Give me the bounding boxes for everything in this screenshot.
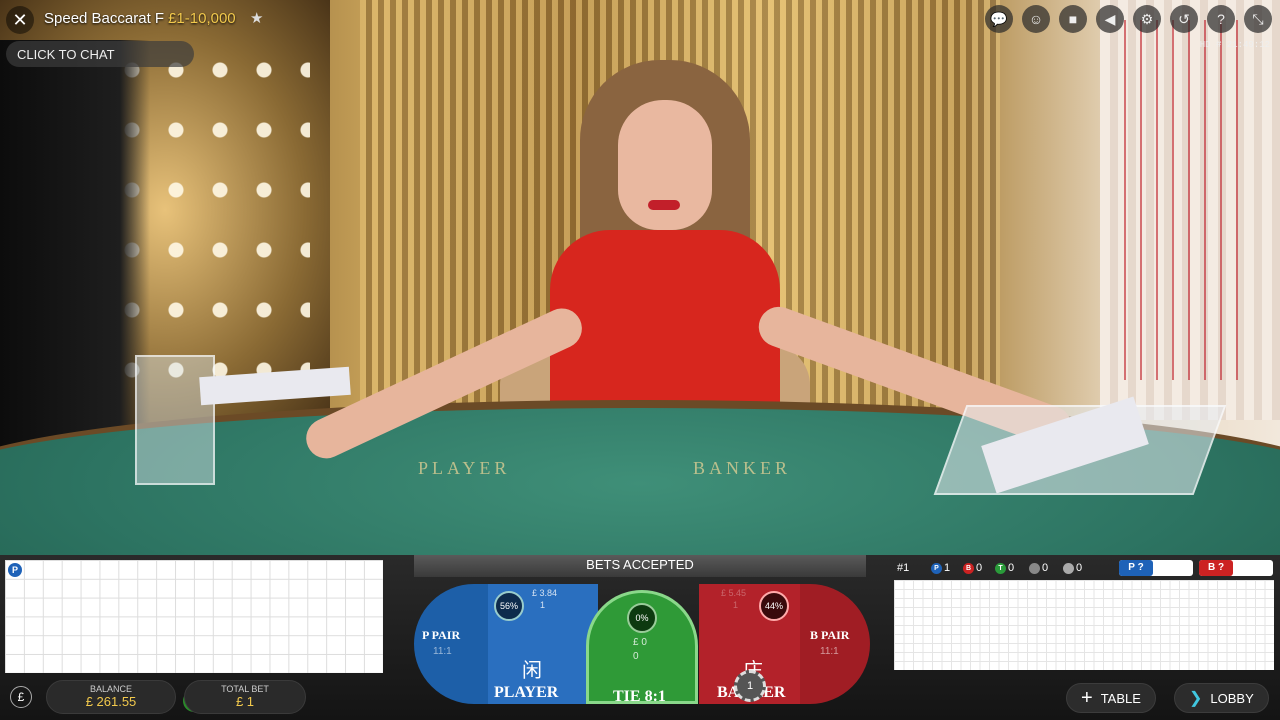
betting-area: P PAIR 11:1 56% £ 3.84 1 闲 PLAYER 44% £ … <box>414 584 870 705</box>
player-bet[interactable]: 56% £ 3.84 1 闲 PLAYER <box>488 584 598 704</box>
player-label: PLAYER <box>494 684 559 701</box>
tie-wins-stat: T0 <box>995 562 1014 574</box>
p-pair-stat: 0 <box>1029 562 1048 574</box>
total-bet-display: TOTAL BET £ 1 <box>184 680 306 714</box>
banker-amount: £ 5.45 <box>721 588 747 598</box>
roadmap-header: #1 P1 B0 T0 0 0 P ? B ? <box>895 560 1275 576</box>
bead-curtain <box>1110 20 1250 380</box>
p-pair-count: 0 <box>1042 562 1049 574</box>
player-dot-icon: P <box>931 562 942 574</box>
chat-bubbles-icon[interactable]: 💬 <box>985 5 1013 33</box>
b-pair-bet[interactable]: B PAIR 11:1 <box>800 584 870 704</box>
round-time: # 21:49:12 <box>1215 40 1270 50</box>
tie-bet[interactable]: 0% £ 0 0 TIE 8:1 <box>586 590 698 705</box>
favorite-star-icon[interactable]: ★ <box>250 9 263 27</box>
tie-label: TIE 8:1 <box>613 688 666 705</box>
fullscreen-exit-icon[interactable]: ⤡ <box>1244 5 1272 33</box>
player-ask-label: P ? <box>1119 560 1153 576</box>
p-pair-odds: 11:1 <box>433 646 452 657</box>
total-bet-label: TOTAL BET <box>221 684 269 694</box>
discard-tray <box>135 355 215 485</box>
currency-pound-icon[interactable]: £ <box>10 686 32 708</box>
big-road <box>894 580 1274 670</box>
close-icon: ✕ <box>12 9 28 30</box>
banker-ask-button[interactable]: B ? <box>1199 560 1273 576</box>
stream-info: HD # 21:49:12 <box>1200 40 1270 50</box>
table-button-label: TABLE <box>1100 690 1141 706</box>
lobby-button-label: LOBBY <box>1210 690 1254 706</box>
felt-banker-label: BANKER <box>693 458 792 478</box>
table-button[interactable]: + TABLE <box>1066 683 1156 713</box>
player-wins-stat: P1 <box>931 562 950 574</box>
toolbar-icons: 💬 ☺ ■ ◀ ⚙ ↺ ? ⤡ <box>985 5 1272 33</box>
felt-player-label: PLAYER <box>418 458 511 478</box>
banker-dot-icon: B <box>963 562 974 574</box>
hd-label: HD <box>1199 40 1211 50</box>
b-pair-odds: 11:1 <box>820 646 839 657</box>
bets-status-bar: BETS ACCEPTED <box>414 555 866 577</box>
banker-wins-stat: B0 <box>963 562 982 574</box>
help-icon[interactable]: ? <box>1207 5 1235 33</box>
banker-percent: 44% <box>759 591 789 621</box>
player-chinese: 闲 <box>522 660 542 682</box>
live-video: PLAYER BANKER <box>0 0 1280 555</box>
table-name: Speed Baccarat F <box>44 10 165 27</box>
b-pair-count: 0 <box>1076 562 1083 574</box>
placed-chip[interactable]: 1 <box>734 670 766 702</box>
bead-road <box>5 560 383 673</box>
p-pair-bet[interactable]: P PAIR 11:1 <box>414 584 494 704</box>
player-count: 1 <box>540 600 546 610</box>
player-icon[interactable]: ☺ <box>1022 5 1050 33</box>
shoe-number: #1 <box>897 562 910 574</box>
close-button[interactable]: ✕ <box>6 6 34 34</box>
lobby-arrow-icon: ❯ <box>1189 690 1203 707</box>
history-clock-icon[interactable]: ↺ <box>1170 5 1198 33</box>
top-bar: ✕ Speed Baccarat F £1-10,000 ★ 💬 ☺ ■ ◀ ⚙ … <box>0 0 1280 50</box>
tie-count: 0 <box>633 651 639 662</box>
settings-gear-icon[interactable]: ⚙ <box>1133 5 1161 33</box>
game-title: Speed Baccarat F £1-10,000 <box>44 10 236 27</box>
lobby-button[interactable]: ❯ LOBBY <box>1174 683 1269 713</box>
player-percent: 56% <box>494 591 524 621</box>
total-bet-value: £ 1 <box>235 694 255 709</box>
tie-amount: £ 0 <box>633 637 647 648</box>
b-pair-dot-icon <box>1063 562 1074 574</box>
player-amount: £ 3.84 <box>532 588 558 598</box>
p-pair-dot-icon <box>1029 562 1040 574</box>
chat-button[interactable]: CLICK TO CHAT <box>6 41 194 67</box>
stake-limits: £1-10,000 <box>168 10 236 27</box>
assistant-dealer <box>0 40 150 460</box>
video-camera-icon[interactable]: ■ <box>1059 5 1087 33</box>
banker-count: 1 <box>733 600 739 610</box>
b-pair-label: B PAIR <box>810 628 850 642</box>
dealer <box>550 60 780 430</box>
p-pair-label: P PAIR <box>422 628 461 642</box>
road-player-marker: P <box>8 563 22 577</box>
b-pair-stat: 0 <box>1063 562 1082 574</box>
banker-wins-count: 0 <box>976 562 983 574</box>
player-wins-count: 1 <box>944 562 951 574</box>
plus-icon: + <box>1081 686 1093 709</box>
sound-muted-icon[interactable]: ◀ <box>1096 5 1124 33</box>
player-ask-button[interactable]: P ? <box>1119 560 1193 576</box>
banker-ask-label: B ? <box>1199 560 1233 576</box>
tie-wins-count: 0 <box>1008 562 1015 574</box>
balance-label: BALANCE <box>89 684 133 694</box>
tie-percent: 0% <box>627 603 657 633</box>
balance-display: BALANCE £ 261.55 <box>46 680 176 714</box>
tie-dot-icon: T <box>995 562 1006 574</box>
balance-value: £ 261.55 <box>85 694 137 709</box>
